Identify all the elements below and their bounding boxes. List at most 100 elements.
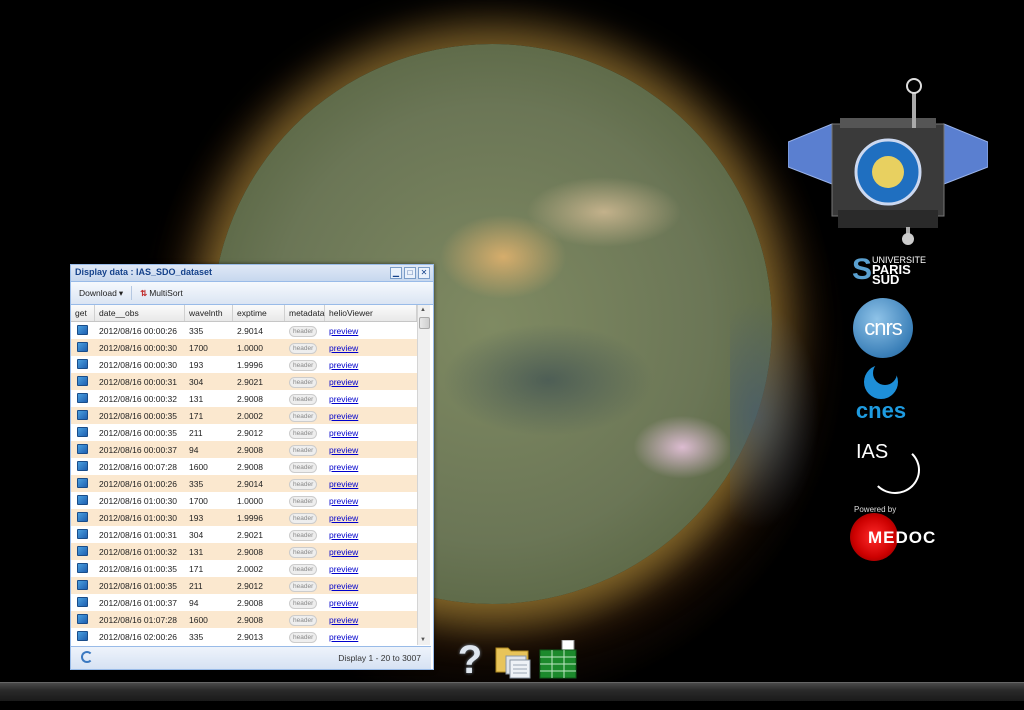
table-row[interactable]: 2012/08/16 00:00:30 1700 1.0000 header previ… xyxy=(71,339,417,356)
get-cell[interactable] xyxy=(71,460,95,473)
get-cell[interactable] xyxy=(71,324,95,337)
maximize-button[interactable]: □ xyxy=(404,267,416,279)
header-button[interactable]: header xyxy=(289,427,318,439)
table-row[interactable]: 2012/08/16 01:00:35 171 2.0002 header previe… xyxy=(71,560,417,577)
preview-link[interactable]: preview xyxy=(329,496,358,506)
get-file-icon[interactable] xyxy=(77,511,88,522)
table-row[interactable]: 2012/08/16 01:00:30 193 1.9996 header previe… xyxy=(71,509,417,526)
get-cell[interactable] xyxy=(71,494,95,507)
get-cell[interactable] xyxy=(71,613,95,626)
window-header[interactable]: Display data : IAS_SDO_dataset ▁ □ ✕ xyxy=(71,265,433,282)
get-cell[interactable] xyxy=(71,443,95,456)
get-cell[interactable] xyxy=(71,392,95,405)
get-file-icon[interactable] xyxy=(77,426,88,437)
table-row[interactable]: 2012/08/16 00:00:37 94 2.9008 header preview xyxy=(71,441,417,458)
column-header-exptime[interactable]: exptime xyxy=(233,305,285,321)
get-file-icon[interactable] xyxy=(77,341,88,352)
preview-link[interactable]: preview xyxy=(329,326,358,336)
get-cell[interactable] xyxy=(71,528,95,541)
table-row[interactable]: 2012/08/16 00:00:30 193 1.9996 header previe… xyxy=(71,356,417,373)
table-row[interactable]: 2012/08/16 00:00:26 335 2.9014 header previe… xyxy=(71,322,417,339)
table-row[interactable]: 2012/08/16 01:07:28 1600 2.9008 header previ… xyxy=(71,611,417,628)
header-button[interactable]: header xyxy=(289,410,318,422)
header-button[interactable]: header xyxy=(289,529,318,541)
column-header-helioviewer[interactable]: helioViewer xyxy=(325,305,417,321)
get-file-icon[interactable] xyxy=(77,358,88,369)
header-button[interactable]: header xyxy=(289,478,318,490)
preview-link[interactable]: preview xyxy=(329,530,358,540)
display-data-window[interactable]: Display data : IAS_SDO_dataset ▁ □ ✕ Dow… xyxy=(70,264,434,670)
preview-link[interactable]: preview xyxy=(329,462,358,472)
table-row[interactable]: 2012/08/16 00:07:28 1600 2.9008 header previ… xyxy=(71,458,417,475)
table-row[interactable]: 2012/08/16 00:00:32 131 2.9008 header previe… xyxy=(71,390,417,407)
get-file-icon[interactable] xyxy=(77,528,88,539)
table-row[interactable]: 2012/08/16 00:00:31 304 2.9021 header previe… xyxy=(71,373,417,390)
table-row[interactable]: 2012/08/16 01:00:32 131 2.9008 header previe… xyxy=(71,543,417,560)
table-row[interactable]: 2012/08/16 01:00:26 335 2.9014 header previe… xyxy=(71,475,417,492)
refresh-icon[interactable] xyxy=(81,651,93,663)
preview-link[interactable]: preview xyxy=(329,411,358,421)
table-row[interactable]: 2012/08/16 01:00:35 211 2.9012 header previe… xyxy=(71,577,417,594)
get-cell[interactable] xyxy=(71,596,95,609)
preview-link[interactable]: preview xyxy=(329,581,358,591)
header-button[interactable]: header xyxy=(289,597,318,609)
preview-link[interactable]: preview xyxy=(329,513,358,523)
get-cell[interactable] xyxy=(71,358,95,371)
header-button[interactable]: header xyxy=(289,631,318,643)
header-button[interactable]: header xyxy=(289,359,318,371)
get-cell[interactable] xyxy=(71,341,95,354)
preview-link[interactable]: preview xyxy=(329,445,358,455)
get-cell[interactable] xyxy=(71,426,95,439)
header-button[interactable]: header xyxy=(289,376,318,388)
get-file-icon[interactable] xyxy=(77,375,88,386)
get-file-icon[interactable] xyxy=(77,392,88,403)
get-cell[interactable] xyxy=(71,562,95,575)
preview-link[interactable]: preview xyxy=(329,547,358,557)
get-cell[interactable] xyxy=(71,375,95,388)
preview-link[interactable]: preview xyxy=(329,377,358,387)
get-file-icon[interactable] xyxy=(77,596,88,607)
download-button[interactable]: Download ▾ xyxy=(79,288,123,299)
get-file-icon[interactable] xyxy=(77,494,88,505)
header-button[interactable]: header xyxy=(289,563,318,575)
get-file-icon[interactable] xyxy=(77,562,88,573)
help-icon[interactable]: ? xyxy=(450,640,490,680)
header-button[interactable]: header xyxy=(289,512,318,524)
multisort-button[interactable]: ⇅ MultiSort xyxy=(140,288,183,299)
grid-scrollbar[interactable]: ▲ ▼ xyxy=(417,305,430,645)
get-cell[interactable] xyxy=(71,477,95,490)
header-button[interactable]: header xyxy=(289,614,318,626)
scroll-up-icon[interactable]: ▲ xyxy=(420,307,426,313)
table-row[interactable]: 2012/08/16 01:00:30 1700 1.0000 header previ… xyxy=(71,492,417,509)
column-header-wavelnth[interactable]: wavelnth xyxy=(185,305,233,321)
table-row[interactable]: 2012/08/16 00:00:35 171 2.0002 header previe… xyxy=(71,407,417,424)
table-row[interactable]: 2012/08/16 02:00:26 335 2.9013 header previe… xyxy=(71,628,417,645)
get-file-icon[interactable] xyxy=(77,460,88,471)
scroll-down-icon[interactable]: ▼ xyxy=(420,637,426,643)
header-button[interactable]: header xyxy=(289,495,318,507)
scroll-thumb[interactable] xyxy=(419,317,430,329)
preview-link[interactable]: preview xyxy=(329,343,358,353)
get-file-icon[interactable] xyxy=(77,324,88,335)
table-row[interactable]: 2012/08/16 01:00:31 304 2.9021 header previe… xyxy=(71,526,417,543)
column-header-get[interactable]: get xyxy=(71,305,95,321)
preview-link[interactable]: preview xyxy=(329,428,358,438)
header-button[interactable]: header xyxy=(289,546,318,558)
get-cell[interactable] xyxy=(71,545,95,558)
grid-icon[interactable] xyxy=(538,640,578,680)
get-file-icon[interactable] xyxy=(77,443,88,454)
get-file-icon[interactable] xyxy=(77,630,88,641)
table-row[interactable]: 2012/08/16 01:00:37 94 2.9008 header preview xyxy=(71,594,417,611)
preview-link[interactable]: preview xyxy=(329,479,358,489)
header-button[interactable]: header xyxy=(289,461,318,473)
get-cell[interactable] xyxy=(71,511,95,524)
preview-link[interactable]: preview xyxy=(329,632,358,642)
preview-link[interactable]: preview xyxy=(329,360,358,370)
minimize-button[interactable]: ▁ xyxy=(390,267,402,279)
header-button[interactable]: header xyxy=(289,393,318,405)
header-button[interactable]: header xyxy=(289,325,318,337)
get-cell[interactable] xyxy=(71,579,95,592)
header-button[interactable]: header xyxy=(289,444,318,456)
get-file-icon[interactable] xyxy=(77,613,88,624)
close-button[interactable]: ✕ xyxy=(418,267,430,279)
